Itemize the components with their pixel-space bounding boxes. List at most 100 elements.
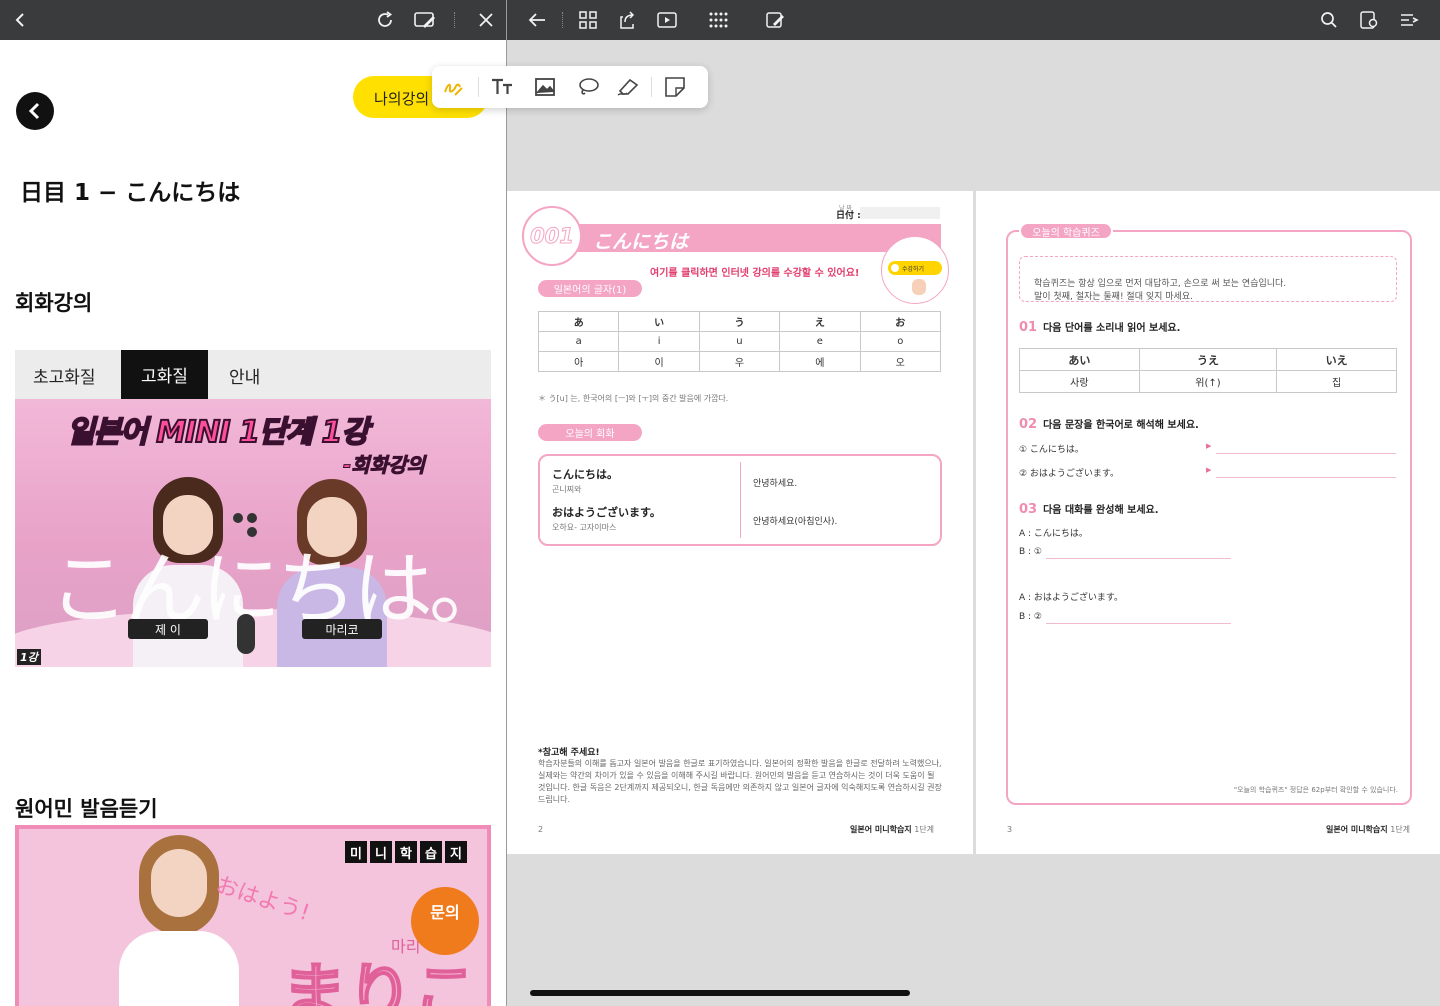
share-page-icon[interactable] [616, 8, 640, 32]
video-play-icon[interactable] [655, 8, 679, 32]
page-2: 날 짜 日付 : 001 こんにちは 여기를 클릭하면 인터넷 강의를 수강할 … [507, 191, 973, 854]
hand-pointer-icon [912, 279, 926, 295]
question-text: 다음 문장을 한국어로 해석해 보세요. [1043, 420, 1199, 431]
my-lecture-label: 나의강의 [374, 90, 430, 108]
lasso-icon[interactable] [575, 75, 601, 99]
question-text: 다음 단어를 소리내 읽어 보세요. [1043, 323, 1181, 334]
dialogue-box: こんにちは。 곤니찌와 안녕하세요. おはようございます。 오하요- 고자이마스… [538, 454, 942, 546]
tab-info[interactable]: 안내 [229, 363, 260, 388]
home-indicator[interactable] [530, 990, 910, 996]
refresh-icon[interactable] [373, 8, 397, 32]
watch-lecture-badge[interactable]: 수강하기 [881, 236, 949, 304]
pen-icon[interactable] [440, 75, 466, 99]
table-cell: 위(↑) [1138, 370, 1278, 393]
back-button[interactable] [16, 92, 54, 130]
table-cell: 오 [859, 351, 942, 372]
q2-item: ① こんにちは。 [1019, 445, 1084, 455]
page-number: 3 [1007, 825, 1013, 834]
conversation-video-thumbnail[interactable]: 일본어 MINI 1단계 1강 -회화강의 こんにちは。 제 이 마리코 1강 [15, 399, 491, 667]
quiz-intro-text: 학습퀴즈는 항상 입으로 먼저 대답하고, 손으로 써 보는 연습입니다. 말이… [1034, 279, 1287, 302]
table-cell: 에 [779, 351, 861, 372]
table-cell: a [537, 331, 620, 352]
toolbar-separator [478, 77, 479, 97]
brand-box: 습 [420, 841, 442, 863]
q3-line-a: A : おはようございます。 [1019, 593, 1124, 603]
play-circle-icon [891, 264, 899, 272]
chapter-title: 日目 1 − こんにちは [20, 180, 241, 206]
tab-hd[interactable]: 고화질 [121, 350, 208, 399]
footer-book: 일본어 미니학습지 [850, 825, 912, 834]
table-cell: e [779, 331, 861, 352]
left-top-bar [0, 0, 506, 40]
audio-dots-icon[interactable] [707, 8, 733, 32]
table-cell: 우 [698, 351, 781, 372]
sticky-note-icon[interactable] [662, 75, 688, 99]
lesson-title: こんにちは [593, 231, 689, 253]
close-icon[interactable] [474, 8, 498, 32]
answer-line[interactable] [1216, 477, 1396, 478]
eraser-icon[interactable] [614, 75, 642, 99]
tab-ultra-hd[interactable]: 초고화질 [33, 363, 96, 388]
toolbar-separator [651, 77, 652, 97]
name-tag-right-label: 마리코 [325, 622, 359, 637]
annotate-icon[interactable] [763, 8, 787, 32]
table-cell: あ [537, 311, 620, 332]
table-cell: 이 [618, 351, 700, 372]
date-field[interactable] [860, 207, 940, 219]
native-pronunciation-video-thumbnail[interactable]: 미 니 학 습 지 おはよう! 마리 まりこ 문의 [15, 825, 491, 1006]
answer-line[interactable] [1216, 453, 1396, 454]
question-1: 01 다음 단어를 소리내 읽어 보세요. [1019, 319, 1180, 335]
watch-label: 수강하기 [902, 265, 925, 273]
name-tag-left: 제 이 [128, 619, 208, 639]
page-settings-icon[interactable] [1357, 8, 1381, 32]
dialogue-reading: 오하요- 고자이마스 [552, 523, 617, 532]
brand-box: 학 [395, 841, 417, 863]
lecture-pane: 나의강의 日目 1 − こんにちは 회화강의 초고화질 고화질 안내 일본어 M… [0, 40, 506, 1006]
annotation-toolbar [432, 66, 708, 108]
section-native-heading: 원어민 발음듣기 [15, 797, 158, 821]
dialogue-jp: こんにちは。 [552, 468, 618, 481]
menu-icon[interactable] [1397, 8, 1421, 32]
question-number: 01 [1019, 320, 1038, 335]
screen-edit-icon[interactable] [412, 8, 438, 32]
question-number: 03 [1019, 502, 1038, 517]
back-arrow-icon [28, 102, 40, 120]
quiz-tab: 오늘의 학습퀴즈 [1019, 222, 1113, 240]
page-number: 2 [538, 825, 544, 834]
image-icon[interactable] [532, 75, 558, 99]
table-cell: i [618, 331, 700, 352]
table-cell: 집 [1276, 370, 1397, 393]
section-kana-label: 일본어의 글자(1) [553, 285, 627, 296]
answer-line[interactable] [1046, 558, 1231, 559]
table-cell: o [859, 331, 942, 352]
kana-note: ＊ う[u] 는, 한국어의 [ㅡ]와 [ㅜ]의 중간 발음에 가깝다. [538, 394, 729, 403]
brand-boxes: 미 니 학 습 지 [345, 841, 467, 863]
text-icon[interactable] [489, 75, 515, 99]
video-big-text: こんにちは。 [49, 543, 491, 636]
tab-hd-label: 고화질 [141, 367, 188, 387]
table-cell: え [779, 311, 861, 332]
dialogue-divider [740, 462, 741, 538]
table-cell: うえ [1138, 348, 1278, 371]
quiz-tab-label: 오늘의 학습퀴즈 [1032, 227, 1100, 239]
search-icon[interactable] [1317, 8, 1341, 32]
brand-box: 니 [370, 841, 392, 863]
quality-tab-bar: 초고화질 고화질 안내 [15, 350, 491, 399]
date-label: 日付 : [836, 211, 861, 221]
back-chevron-icon[interactable] [8, 8, 32, 32]
answer-line[interactable] [1046, 623, 1231, 624]
play-dots-icon[interactable] [231, 511, 261, 541]
microphone [237, 614, 255, 654]
name-tag-right: 마리코 [302, 619, 382, 639]
q3-line-b: B : ② [1019, 612, 1042, 622]
name-tag-left-label: 제 이 [155, 622, 181, 637]
page-footer: 일본어 미니학습지 1단계 [850, 824, 934, 835]
q3-line-a: A : こんにちは。 [1019, 529, 1088, 539]
section-kana-tag: 일본어의 글자(1) [538, 280, 642, 297]
inquiry-button[interactable]: 문의 [411, 887, 479, 955]
question-number: 02 [1019, 417, 1038, 432]
back-arrow-icon[interactable] [525, 8, 549, 32]
footer-book: 일본어 미니학습지 [1325, 825, 1388, 834]
grid-view-icon[interactable] [576, 8, 600, 32]
dialogue-reading: 곤니찌와 [552, 485, 582, 494]
